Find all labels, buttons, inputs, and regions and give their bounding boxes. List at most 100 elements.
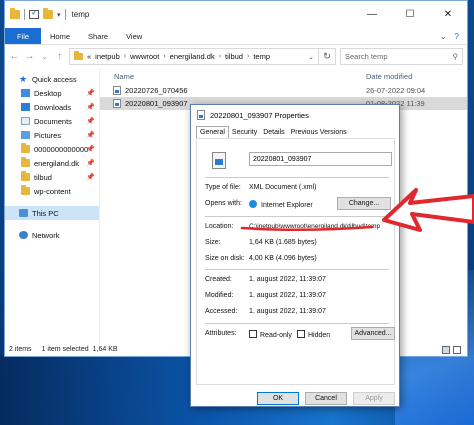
readonly-checkbox[interactable]: Read-only	[249, 330, 292, 339]
chevron-right-icon[interactable]: ›	[219, 53, 221, 60]
sidebar-item-tilbud[interactable]: tilbud 📌	[5, 170, 99, 184]
sidebar-item-label: Pictures	[34, 130, 62, 140]
breadcrumb-tilbud[interactable]: tilbud	[225, 52, 243, 61]
breadcrumb-energiland[interactable]: energiland.dk	[170, 52, 215, 61]
file-name: 20220726_070456	[125, 86, 188, 95]
back-arrow-icon[interactable]: ←	[9, 51, 20, 62]
xml-file-icon	[113, 86, 121, 95]
advanced-button[interactable]: Advanced...	[351, 327, 395, 340]
readonly-label: Read-only	[260, 332, 292, 339]
opens-with-label: Opens with:	[205, 200, 242, 207]
sidebar-item-pictures[interactable]: Pictures 📌	[5, 128, 99, 142]
new-folder-icon[interactable]	[43, 8, 53, 19]
column-header-date[interactable]: Date modified	[366, 72, 412, 81]
tab-previous-versions[interactable]: Previous Versions	[288, 127, 350, 138]
xml-file-icon	[197, 110, 205, 120]
window-title: temp	[71, 10, 90, 19]
sidebar-item-folder-zeros[interactable]: 0000000000000 📌	[5, 142, 99, 156]
star-icon: ★	[19, 73, 28, 84]
pin-icon: 📌	[86, 174, 95, 181]
sidebar-item-quick-access[interactable]: ★ Quick access	[5, 72, 99, 86]
properties-check-icon[interactable]	[29, 8, 39, 19]
up-arrow-icon[interactable]: ↑	[54, 51, 65, 62]
ok-button[interactable]: OK	[257, 392, 299, 405]
help-icon[interactable]: ?	[455, 32, 459, 41]
tab-details[interactable]: Details	[260, 127, 287, 138]
chevron-right-icon[interactable]: ›	[163, 53, 165, 60]
forward-arrow-icon[interactable]: →	[24, 51, 35, 62]
folder-icon[interactable]	[10, 8, 20, 19]
breadcrumb-wwwroot[interactable]: wwwroot	[130, 52, 159, 61]
breadcrumb-inetpub[interactable]: inetpub	[95, 52, 120, 61]
checkbox-box[interactable]	[249, 330, 257, 338]
documents-icon	[21, 117, 30, 125]
checkbox-box[interactable]	[297, 330, 305, 338]
pin-icon: 📌	[86, 118, 95, 125]
large-icons-view-icon[interactable]	[453, 345, 461, 354]
cancel-button[interactable]: Cancel	[305, 392, 347, 405]
divider	[205, 323, 389, 324]
file-date: 26-07-2022 09:04	[366, 86, 426, 95]
sidebar-item-documents[interactable]: Documents 📌	[5, 114, 99, 128]
modified-value: 1. august 2022, 11:39:07	[249, 292, 326, 299]
pin-icon: 📌	[86, 104, 95, 111]
sidebar-item-label: Network	[32, 230, 60, 240]
created-value: 1. august 2022, 11:39:07	[249, 276, 326, 283]
type-value: XML Document (.xml)	[249, 184, 317, 191]
change-button[interactable]: Change...	[337, 197, 391, 210]
sidebar-item-label: Documents	[34, 116, 72, 126]
address-dropdown-icon[interactable]: ⌄	[308, 53, 314, 61]
tab-file[interactable]: File	[5, 28, 41, 44]
sidebar-item-wp-content[interactable]: wp-content	[5, 184, 99, 198]
minimize-button[interactable]: —	[353, 1, 391, 28]
address-bar[interactable]: « inetpub › wwwroot › energiland.dk › ti…	[69, 48, 319, 65]
download-icon	[21, 103, 30, 111]
file-row[interactable]: 20220726_070456 26-07-2022 09:04	[100, 84, 467, 97]
sidebar-item-network[interactable]: Network	[5, 228, 99, 242]
refresh-button[interactable]: ↻	[318, 48, 336, 65]
sidebar-item-energiland[interactable]: energiland.dk 📌	[5, 156, 99, 170]
maximize-button[interactable]: ☐	[391, 1, 429, 28]
apply-button[interactable]: Apply	[353, 392, 395, 405]
status-selected: 1 item selected	[41, 346, 89, 353]
sidebar-item-this-pc[interactable]: This PC	[5, 206, 99, 220]
sidebar-item-label: 0000000000000	[34, 144, 89, 154]
tab-view[interactable]: View	[117, 28, 151, 44]
folder-icon	[21, 171, 30, 181]
details-view-icon[interactable]	[442, 345, 450, 354]
hidden-checkbox[interactable]: Hidden	[297, 330, 330, 339]
tab-general[interactable]: General	[196, 126, 229, 138]
dialog-title-bar: 20220801_093907 Properties	[191, 105, 399, 125]
chevron-right-icon[interactable]: ›	[124, 53, 126, 60]
file-name: 20220801_093907	[125, 99, 188, 108]
size-on-disk-value: 4,00 KB (4.096 bytes)	[249, 255, 317, 262]
address-row: ← → ⌄ ↑ « inetpub › wwwroot › energiland…	[5, 45, 467, 68]
divider	[205, 177, 389, 178]
accessed-label: Accessed:	[205, 308, 238, 315]
breadcrumb-temp[interactable]: temp	[253, 52, 270, 61]
search-input[interactable]: Search temp ⚲	[340, 48, 463, 65]
tab-home[interactable]: Home	[41, 28, 79, 44]
general-panel: 20220801_093907 Type of file: XML Docume…	[196, 138, 395, 385]
quick-access-toolbar: ▾	[5, 8, 66, 20]
toolbar-divider	[64, 9, 66, 20]
filename-field[interactable]: 20220801_093907	[249, 152, 392, 166]
expand-ribbon-icon[interactable]: ⌄	[440, 32, 447, 41]
tab-share[interactable]: Share	[79, 28, 117, 44]
internet-explorer-icon	[249, 200, 257, 208]
close-button[interactable]: ✕	[429, 1, 467, 28]
column-header-name[interactable]: Name	[114, 72, 134, 81]
recent-dropdown-icon[interactable]: ⌄	[39, 53, 50, 61]
sidebar-item-label: Downloads	[34, 102, 72, 112]
sidebar-item-downloads[interactable]: Downloads 📌	[5, 100, 99, 114]
breadcrumb-overflow[interactable]: «	[87, 52, 91, 61]
customize-toolbar-icon[interactable]: ▾	[57, 11, 61, 19]
chevron-right-icon[interactable]: ›	[247, 53, 249, 60]
network-icon	[19, 231, 28, 239]
sidebar-item-desktop[interactable]: Desktop 📌	[5, 86, 99, 100]
hidden-label: Hidden	[308, 332, 331, 339]
dialog-title: 20220801_093907 Properties	[210, 110, 309, 120]
tab-security[interactable]: Security	[229, 127, 260, 138]
computer-icon	[19, 209, 28, 217]
